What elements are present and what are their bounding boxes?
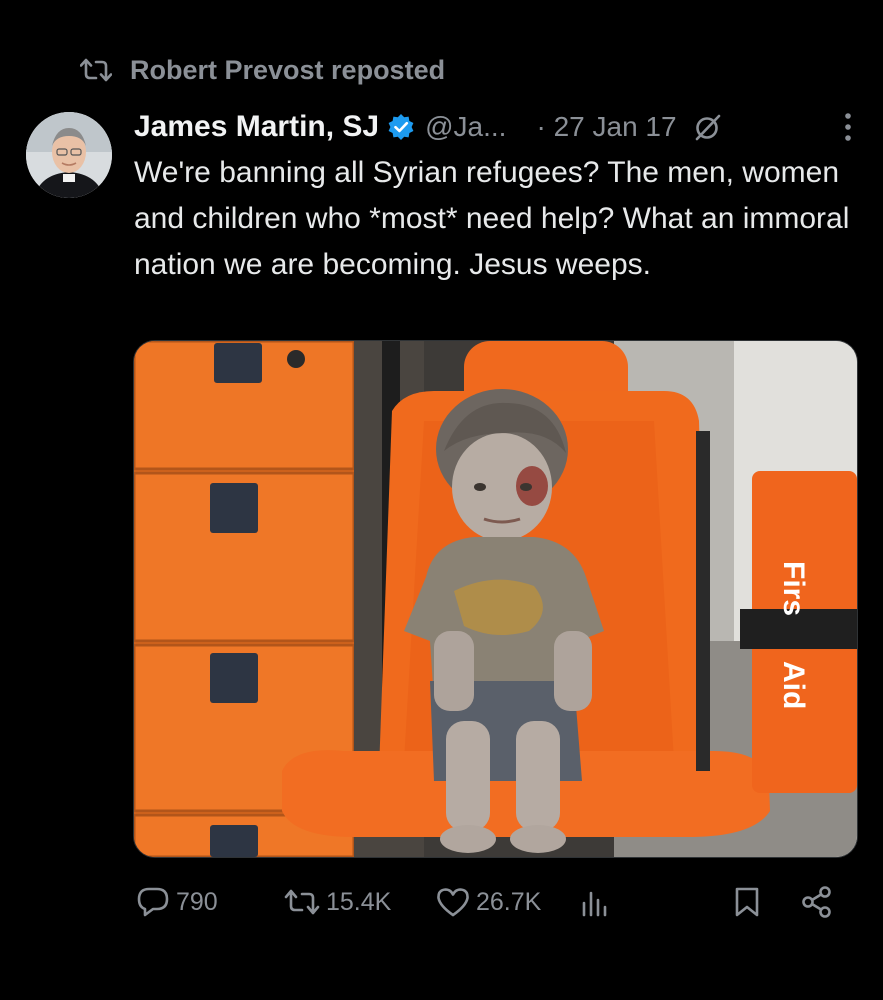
tweet-text: We're banning all Syrian refugees? The m… [134, 156, 850, 281]
bookmark-button[interactable] [734, 872, 760, 932]
verified-badge-icon [387, 113, 415, 141]
grok-icon[interactable] [693, 112, 723, 142]
tweet-header: James Martin, SJ @Ja... · 27 Jan 17 [134, 104, 854, 150]
repost-label: Robert Prevost reposted [130, 54, 446, 85]
first-aid-sign-bottom: Aid [777, 661, 810, 709]
views-button[interactable] [580, 872, 610, 932]
repost-button[interactable]: 15.4K [284, 872, 391, 932]
tweet-date[interactable]: · 27 Jan 17 [536, 111, 676, 143]
avatar[interactable] [26, 112, 112, 198]
heart-icon [436, 887, 470, 917]
repost-indicator[interactable]: Robert Prevost reposted [80, 50, 445, 90]
reply-count: 790 [176, 887, 218, 916]
more-options-icon[interactable] [842, 110, 854, 144]
repost-action-icon [284, 888, 320, 916]
like-button[interactable]: 26.7K [436, 872, 541, 932]
first-aid-sign-top: Firs [777, 561, 810, 616]
action-bar: 790 15.4K 26.7K [134, 872, 844, 932]
share-icon [800, 885, 834, 919]
like-count: 26.7K [476, 887, 542, 916]
repost-count: 15.4K [326, 887, 392, 916]
tweet-image[interactable]: Firs Aid [133, 340, 858, 858]
share-button[interactable] [800, 872, 834, 932]
repost-icon [80, 57, 112, 83]
reply-button[interactable]: 790 [136, 872, 218, 932]
bookmark-icon [734, 886, 760, 918]
reply-icon [136, 886, 170, 918]
views-chart-icon [580, 887, 610, 917]
author-handle[interactable]: @Ja... [425, 111, 506, 143]
author-name[interactable]: James Martin, SJ [134, 110, 379, 144]
